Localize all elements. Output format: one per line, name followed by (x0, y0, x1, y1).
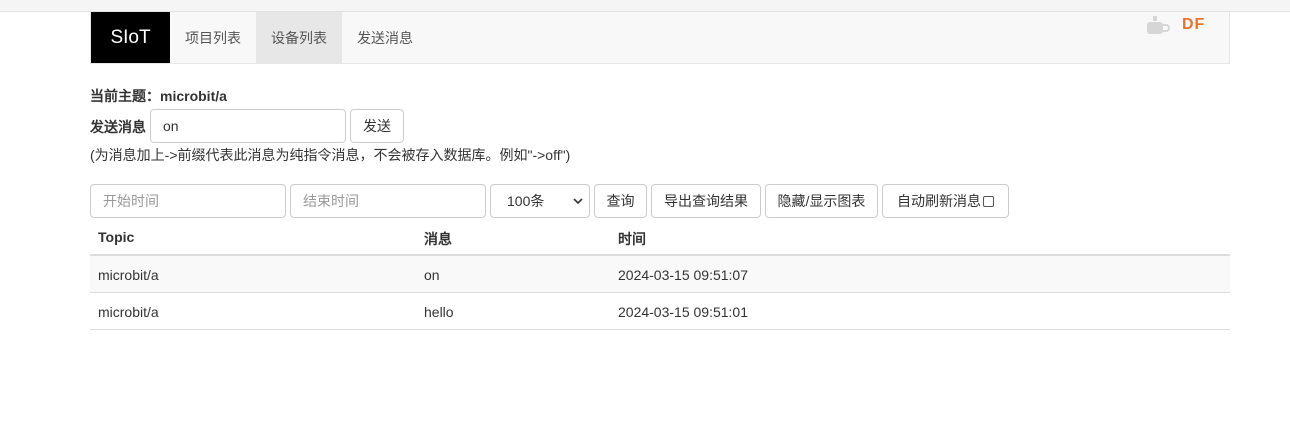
auto-refresh-checkbox[interactable] (983, 195, 994, 207)
nav-item-devices[interactable]: 设备列表 (256, 12, 342, 63)
table-row: microbit/a on 2024-03-15 09:51:07 (90, 256, 1230, 293)
watermark-logo: DF (1140, 6, 1290, 46)
command-hint: (为消息加上->前缀代表此消息为纯指令消息，不会被存入数据库。例如"->off"… (90, 147, 571, 163)
toggle-chart-button[interactable]: 隐藏/显示图表 (765, 184, 878, 218)
send-message-label: 发送消息 (90, 119, 146, 135)
export-results-button[interactable]: 导出查询结果 (651, 184, 761, 218)
cup-icon (1147, 16, 1170, 34)
cell-topic: microbit/a (98, 304, 159, 320)
end-time-input[interactable] (290, 184, 486, 218)
table-row: microbit/a hello 2024-03-15 09:51:01 (90, 293, 1230, 330)
brand-logo[interactable]: SIoT (91, 12, 170, 63)
auto-refresh-toggle[interactable]: 自动刷新消息 (882, 184, 1009, 218)
column-header-topic: Topic (98, 229, 135, 245)
auto-refresh-label: 自动刷新消息 (897, 193, 981, 209)
message-table: Topic 消息 时间 microbit/a on 2024-03-15 09:… (90, 218, 1230, 330)
limit-select-value: 100条 (507, 193, 545, 209)
cell-message: hello (424, 304, 454, 320)
cell-time: 2024-03-15 09:51:07 (618, 267, 748, 283)
search-button[interactable]: 查询 (594, 184, 647, 218)
start-time-input[interactable] (90, 184, 286, 218)
column-header-time: 时间 (618, 231, 646, 247)
nav-item-projects[interactable]: 项目列表 (170, 12, 256, 63)
navbar: SIoT 项目列表 设备列表 发送消息 (90, 12, 1230, 64)
cell-time: 2024-03-15 09:51:01 (618, 304, 748, 320)
limit-select[interactable]: 100条 (490, 184, 590, 218)
cell-message: on (424, 267, 440, 283)
browser-top-strip (0, 0, 1290, 12)
nav-item-send-message[interactable]: 发送消息 (342, 12, 428, 63)
chevron-down-icon (573, 198, 583, 205)
current-topic: 当前主题：microbit/a (90, 88, 227, 104)
message-input[interactable] (150, 109, 346, 143)
table-header: Topic 消息 时间 (90, 218, 1230, 256)
watermark-text: DF (1182, 16, 1206, 33)
send-button[interactable]: 发送 (350, 109, 404, 143)
column-header-message: 消息 (424, 231, 452, 247)
cell-topic: microbit/a (98, 267, 159, 283)
